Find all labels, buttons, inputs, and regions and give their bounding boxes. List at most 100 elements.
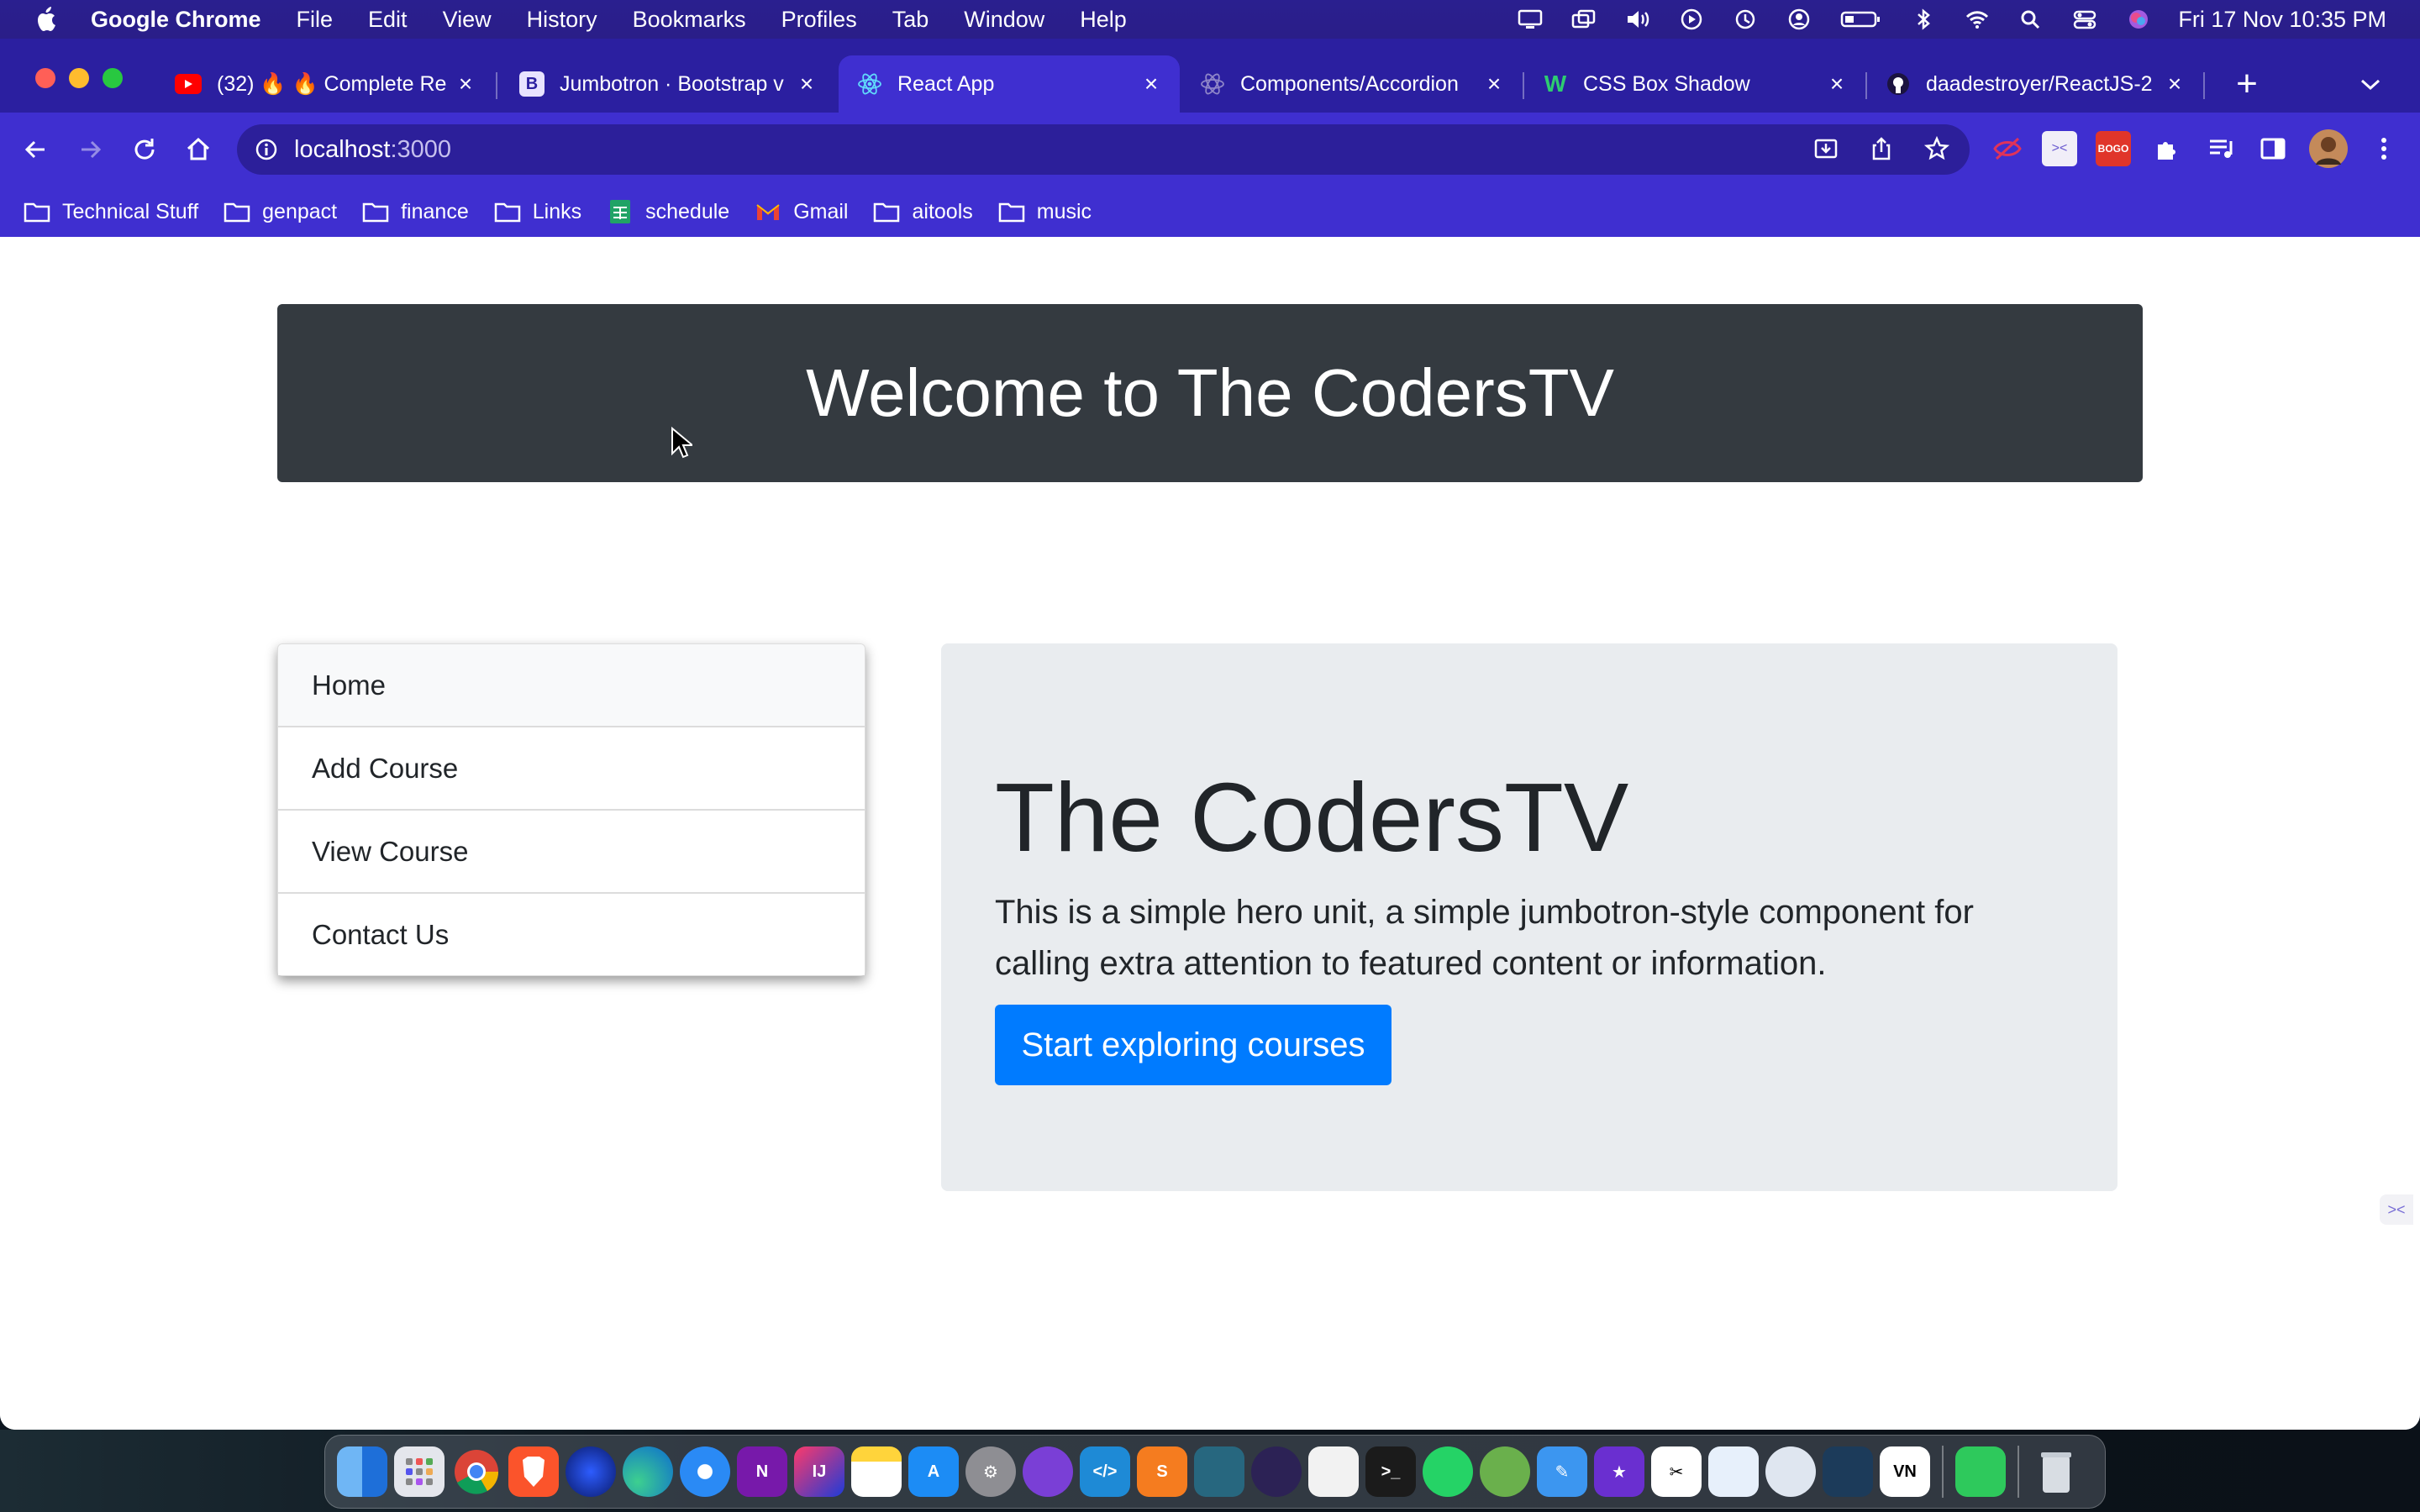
close-tab-icon[interactable]: × xyxy=(1825,71,1849,97)
launchpad-icon[interactable] xyxy=(394,1446,445,1497)
menubar-clock[interactable]: Fri 17 Nov 10:35 PM xyxy=(2178,7,2386,33)
back-arrow-icon[interactable] xyxy=(13,128,57,171)
close-tab-icon[interactable]: × xyxy=(795,71,818,97)
siri-icon[interactable] xyxy=(2124,8,2153,31)
menu-window[interactable]: Window xyxy=(964,7,1044,33)
close-tab-icon[interactable]: × xyxy=(454,71,477,97)
start-exploring-courses-button[interactable]: Start exploring courses xyxy=(995,1005,1392,1085)
firefox-icon[interactable] xyxy=(566,1446,616,1497)
share-icon[interactable] xyxy=(1865,133,1897,165)
menu-tab[interactable]: Tab xyxy=(892,7,929,33)
menu-history[interactable]: History xyxy=(527,7,597,33)
cursor-app-icon[interactable] xyxy=(1823,1446,1873,1497)
extension-eye-icon[interactable] xyxy=(1990,131,2025,166)
tab-github[interactable]: daadestroyer/ReactJS-2 × xyxy=(1867,55,2203,113)
whatsapp-icon[interactable] xyxy=(1423,1446,1473,1497)
new-tab-button[interactable]: + xyxy=(2222,59,2272,109)
sublime-icon[interactable]: S xyxy=(1137,1446,1187,1497)
user-account-icon[interactable] xyxy=(1785,8,1813,31)
bookmark-music[interactable]: music xyxy=(998,200,1092,224)
battery-icon[interactable] xyxy=(1839,8,1884,31)
zoom-window-button[interactable] xyxy=(103,68,123,88)
apple-menu-icon[interactable] xyxy=(34,4,60,34)
bookmark-finance[interactable]: finance xyxy=(362,200,469,224)
facetime-icon[interactable] xyxy=(1955,1446,2006,1497)
forward-arrow-icon[interactable] xyxy=(69,128,113,171)
edge-icon[interactable] xyxy=(623,1446,673,1497)
extension-bogo-icon[interactable]: BOGO xyxy=(2096,131,2131,166)
profile-avatar[interactable] xyxy=(2309,129,2348,168)
spotlight-search-icon[interactable] xyxy=(2017,8,2045,31)
side-panel-icon[interactable] xyxy=(2255,131,2291,166)
close-tab-icon[interactable]: × xyxy=(1139,71,1163,97)
menu-profiles[interactable]: Profiles xyxy=(781,7,857,33)
notes-icon[interactable] xyxy=(851,1446,902,1497)
tab-css-box-shadow[interactable]: W CSS Box Shadow × xyxy=(1524,55,1865,113)
extension-code-icon[interactable]: >< xyxy=(2042,131,2077,166)
spring-tools-icon[interactable] xyxy=(1480,1446,1530,1497)
menu-edit[interactable]: Edit xyxy=(368,7,408,33)
bookmark-aitools[interactable]: aitools xyxy=(873,200,973,224)
bluetooth-icon[interactable] xyxy=(1909,8,1938,31)
site-info-icon[interactable] xyxy=(254,137,279,162)
volume-icon[interactable] xyxy=(1623,8,1652,31)
bookmark-gmail[interactable]: Gmail xyxy=(755,200,848,224)
menu-item-home[interactable]: Home xyxy=(278,644,865,726)
menu-view[interactable]: View xyxy=(443,7,492,33)
time-machine-icon[interactable] xyxy=(1731,8,1760,31)
menubar-app-name[interactable]: Google Chrome xyxy=(91,7,261,33)
proxyman-icon[interactable] xyxy=(1765,1446,1816,1497)
menu-bookmarks[interactable]: Bookmarks xyxy=(633,7,746,33)
trash-icon[interactable] xyxy=(2031,1446,2081,1497)
tab-search-chevron-icon[interactable] xyxy=(2349,64,2391,106)
extensions-puzzle-icon[interactable] xyxy=(2149,131,2185,166)
install-app-icon[interactable] xyxy=(1810,133,1842,165)
system-settings-icon[interactable]: ⚙ xyxy=(965,1446,1016,1497)
windows-icon[interactable] xyxy=(1570,8,1598,31)
intellij-icon[interactable]: IJ xyxy=(794,1446,844,1497)
menu-help[interactable]: Help xyxy=(1080,7,1127,33)
tab-components-accordion[interactable]: Components/Accordion × xyxy=(1181,55,1523,113)
tab-react-app-active[interactable]: React App × xyxy=(839,55,1180,113)
reload-icon[interactable] xyxy=(123,128,166,171)
play-icon[interactable] xyxy=(1677,8,1706,31)
app-store-icon[interactable]: A xyxy=(908,1446,959,1497)
minimize-window-button[interactable] xyxy=(69,68,89,88)
close-window-button[interactable] xyxy=(35,68,55,88)
media-controls-icon[interactable] xyxy=(2203,131,2238,166)
tab-youtube[interactable]: (32) 🔥 🔥 Complete Re × xyxy=(156,55,494,113)
terminal-icon[interactable]: >_ xyxy=(1365,1446,1416,1497)
bookmark-schedule[interactable]: schedule xyxy=(607,200,729,224)
github-desktop-icon[interactable] xyxy=(1023,1446,1073,1497)
chrome-menu-kebab-icon[interactable] xyxy=(2366,131,2402,166)
display-icon[interactable] xyxy=(1516,8,1544,31)
bookmark-links[interactable]: Links xyxy=(494,200,581,224)
bookmark-genpact[interactable]: genpact xyxy=(224,200,337,224)
menu-item-contact-us[interactable]: Contact Us xyxy=(278,892,865,975)
control-center-icon[interactable] xyxy=(2070,8,2099,31)
shield-icon[interactable] xyxy=(1708,1446,1759,1497)
home-icon[interactable] xyxy=(176,128,220,171)
tab-bootstrap[interactable]: B Jumbotron · Bootstrap v × xyxy=(501,55,835,113)
address-bar[interactable]: localhost:3000 xyxy=(237,124,1970,175)
floating-extension-tab-icon[interactable]: >< xyxy=(2380,1194,2413,1225)
menu-item-add-course[interactable]: Add Course xyxy=(278,726,865,809)
onenote-icon[interactable]: N xyxy=(737,1446,787,1497)
finder-icon[interactable] xyxy=(337,1446,387,1497)
vscode-icon[interactable]: </> xyxy=(1080,1446,1130,1497)
menu-item-view-course[interactable]: View Course xyxy=(278,809,865,892)
vn-icon[interactable]: VN xyxy=(1880,1446,1930,1497)
capcut-icon[interactable]: ✂ xyxy=(1651,1446,1702,1497)
pen-icon[interactable]: ✎ xyxy=(1537,1446,1587,1497)
bookmark-star-icon[interactable] xyxy=(1921,133,1953,165)
star-app-icon[interactable]: ★ xyxy=(1594,1446,1644,1497)
close-tab-icon[interactable]: × xyxy=(2163,71,2186,97)
close-tab-icon[interactable]: × xyxy=(1482,71,1506,97)
wifi-icon[interactable] xyxy=(1963,8,1991,31)
eclipse-icon[interactable] xyxy=(1251,1446,1302,1497)
safari-icon[interactable] xyxy=(680,1446,730,1497)
textedit-icon[interactable] xyxy=(1308,1446,1359,1497)
brave-icon[interactable] xyxy=(508,1446,559,1497)
bookmark-technical-stuff[interactable]: Technical Stuff xyxy=(24,200,198,224)
mysql-workbench-icon[interactable] xyxy=(1194,1446,1244,1497)
